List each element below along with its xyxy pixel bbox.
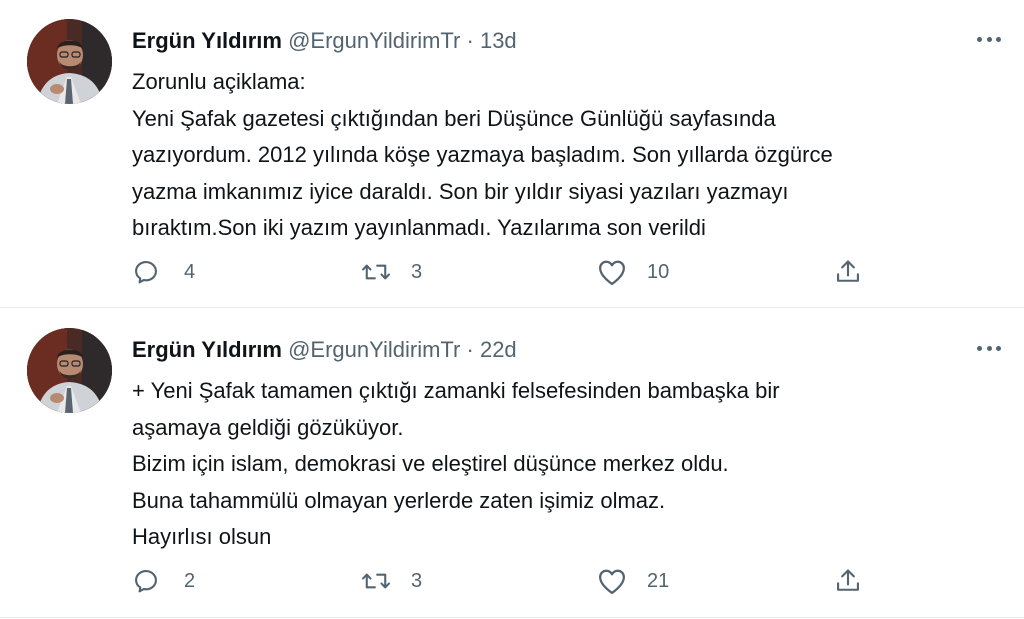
retweet-icon	[362, 573, 390, 589]
tweet-text-line: Zorunlu açiklama:	[132, 69, 306, 94]
retweet-count: 3	[411, 260, 423, 283]
retweet-button[interactable]: 3	[361, 254, 422, 290]
author-name[interactable]: Ergün Yıldırım	[132, 28, 282, 53]
author-handle[interactable]: @ErgunYildirimTr	[288, 28, 460, 53]
reply-icon	[135, 570, 157, 593]
author-handle[interactable]: @ErgunYildirimTr	[288, 337, 460, 362]
retweet-count: 3	[411, 569, 423, 592]
profile-photo-icon	[27, 328, 112, 413]
tweet-timestamp[interactable]: 13d	[480, 28, 517, 53]
more-options-button[interactable]	[972, 26, 1006, 52]
reply-button[interactable]: 2	[132, 563, 195, 599]
tweet-text: + Yeni Şafak tamamen çıktığı zamanki fel…	[132, 373, 992, 556]
more-icon	[977, 345, 1001, 351]
tweet-text-line: aşamaya geldiği gözüküyor.	[132, 414, 404, 440]
reply-count: 4	[184, 260, 196, 283]
separator-dot: ·	[466, 28, 474, 53]
reply-button[interactable]: 4	[132, 254, 195, 290]
heart-icon	[599, 260, 625, 285]
reply-count: 2	[184, 569, 196, 592]
separator-dot: ·	[466, 337, 474, 362]
share-button[interactable]	[834, 563, 862, 599]
more-icon	[977, 36, 1001, 42]
tweet-text: Zorunlu açiklama: Yeni Şafak gazetesi çı…	[132, 64, 992, 247]
more-options-button[interactable]	[972, 335, 1006, 361]
tweet-header: Ergün Yıldırım @ErgunYildirimTr · 13d	[132, 27, 517, 55]
tweet-text-line: bıraktım.Son iki yazım yayınlanmadı. Yaz…	[132, 215, 706, 240]
tweet-text-line: + Yeni Şafak tamamen çıktığı zamanki fel…	[132, 378, 780, 403]
tweet[interactable]: Ergün Yıldırım @ErgunYildirimTr · 13d Zo…	[0, 0, 1024, 307]
retweet-icon	[362, 264, 390, 280]
like-count: 10	[647, 260, 670, 283]
tweet-timestamp[interactable]: 22d	[480, 337, 517, 362]
tweet-text-line: yazma imkanımız iyice daraldı. Son bir y…	[132, 178, 789, 204]
tweet-divider	[0, 617, 1024, 618]
share-icon	[837, 260, 859, 282]
tweet-actions: 4 3 10	[132, 254, 892, 290]
heart-icon	[599, 569, 625, 594]
tweet-header: Ergün Yıldırım @ErgunYildirimTr · 22d	[132, 336, 517, 364]
share-button[interactable]	[834, 254, 862, 290]
avatar[interactable]	[27, 19, 112, 104]
profile-photo-icon	[27, 19, 112, 104]
author-name[interactable]: Ergün Yıldırım	[132, 337, 282, 362]
avatar[interactable]	[27, 328, 112, 413]
tweet-divider	[0, 307, 1024, 308]
tweet-text-line: Hayırlısı olsun	[132, 524, 272, 549]
like-button[interactable]: 21	[597, 563, 669, 599]
tweet-text-line: Yeni Şafak gazetesi çıktığından beri Düş…	[132, 105, 776, 131]
tweet-actions: 2 3 21	[132, 563, 892, 599]
tweet-text-line: Bizim için islam, demokrasi ve eleştirel…	[132, 451, 729, 476]
like-count: 21	[647, 569, 670, 592]
tweet-text-line: yazıyordum. 2012 yılında köşe yazmaya ba…	[132, 142, 833, 167]
reply-icon	[135, 261, 157, 284]
tweet[interactable]: Ergün Yıldırım @ErgunYildirimTr · 22d + …	[0, 309, 1024, 619]
retweet-button[interactable]: 3	[361, 563, 422, 599]
tweet-text-line: Buna tahammülü olmayan yerlerde zaten iş…	[132, 487, 666, 513]
like-button[interactable]: 10	[597, 254, 669, 290]
share-icon	[837, 569, 859, 591]
